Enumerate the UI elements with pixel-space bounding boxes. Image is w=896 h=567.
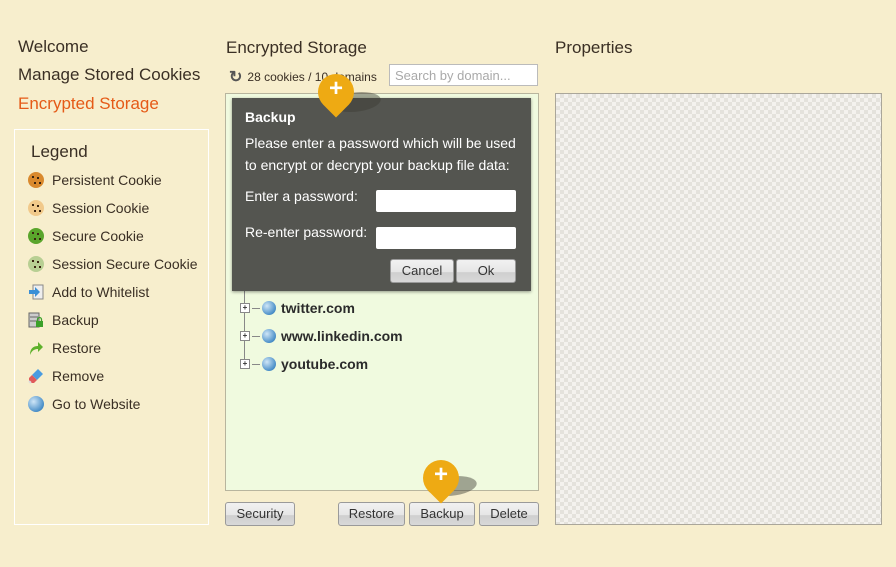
persistent-cookie-icon [28,172,44,188]
storage-title: Encrypted Storage [226,38,367,57]
domain-label: youtube.com [281,356,369,372]
secure-cookie-icon [28,228,44,244]
cancel-button[interactable]: Cancel [390,259,454,283]
domain-label: twitter.com [281,300,355,316]
legend-label: Remove [52,368,105,384]
dialog-title: Backup [245,109,296,125]
legend-label: Go to Website [52,396,141,412]
legend-title: Legend [31,142,88,161]
reenter-password-label: Re-enter password: [245,224,368,240]
refresh-icon[interactable]: ↻ [229,67,242,87]
globe-icon [28,396,44,412]
legend-panel: Legend Persistent Cookie Session Cookie … [14,129,209,525]
legend-label: Restore [52,340,102,356]
legend-item-persistent-cookie: Persistent Cookie [28,172,162,188]
expand-icon[interactable]: + [240,303,250,313]
legend-item-session-secure-cookie: Session Secure Cookie [28,256,198,272]
domain-label: www.linkedin.com [281,328,403,344]
tree-item[interactable]: + www.linkedin.com [240,328,403,344]
nav-manage-stored-cookies[interactable]: Manage Stored Cookies [18,65,200,85]
legend-label: Session Secure Cookie [52,256,198,272]
tree-connector [244,284,245,366]
legend-label: Session Cookie [52,200,150,216]
globe-icon [262,329,276,343]
restore-button[interactable]: Restore [338,502,405,526]
delete-button[interactable]: Delete [479,502,539,526]
legend-item-backup: Backup [28,312,99,328]
backup-icon [28,312,44,328]
count-text: 28 cookies / 10 domains [247,70,377,84]
add-whitelist-icon [28,284,44,300]
globe-icon [262,301,276,315]
tree-item[interactable]: + youtube.com [240,356,368,372]
legend-label: Backup [52,312,99,328]
properties-panel [555,93,882,525]
properties-title: Properties [555,38,633,57]
restore-icon [28,340,44,356]
reenter-password-input[interactable] [376,227,516,249]
expand-icon[interactable]: + [240,331,250,341]
legend-label: Persistent Cookie [52,172,162,188]
nav-encrypted-storage[interactable]: Encrypted Storage [18,94,159,114]
legend-item-add-whitelist: Add to Whitelist [28,284,149,300]
nav-welcome[interactable]: Welcome [18,37,89,57]
dialog-message: Please enter a password which will be us… [245,135,516,173]
legend-item-session-cookie: Session Cookie [28,200,149,216]
search-input[interactable] [389,64,538,86]
password-input[interactable] [376,190,516,212]
legend-item-secure-cookie: Secure Cookie [28,228,144,244]
plus-icon: + [433,461,448,488]
backup-dialog: Backup Please enter a password which wil… [232,98,531,291]
expand-icon[interactable]: + [240,359,250,369]
session-secure-cookie-icon [28,256,44,272]
backup-button[interactable]: Backup [409,502,475,526]
legend-item-go-to-website: Go to Website [28,396,140,412]
cookie-count: ↻ 28 cookies / 10 domains [229,67,377,87]
legend-item-remove: Remove [28,368,104,384]
legend-label: Secure Cookie [52,228,144,244]
tree-item[interactable]: + twitter.com [240,300,355,316]
ok-button[interactable]: Ok [456,259,516,283]
legend-label: Add to Whitelist [52,284,150,300]
plus-icon: + [328,75,343,102]
security-button[interactable]: Security [225,502,295,526]
globe-icon [262,357,276,371]
session-cookie-icon [28,200,44,216]
legend-item-restore: Restore [28,340,101,356]
remove-icon [28,368,44,384]
password-label: Enter a password: [245,188,358,204]
